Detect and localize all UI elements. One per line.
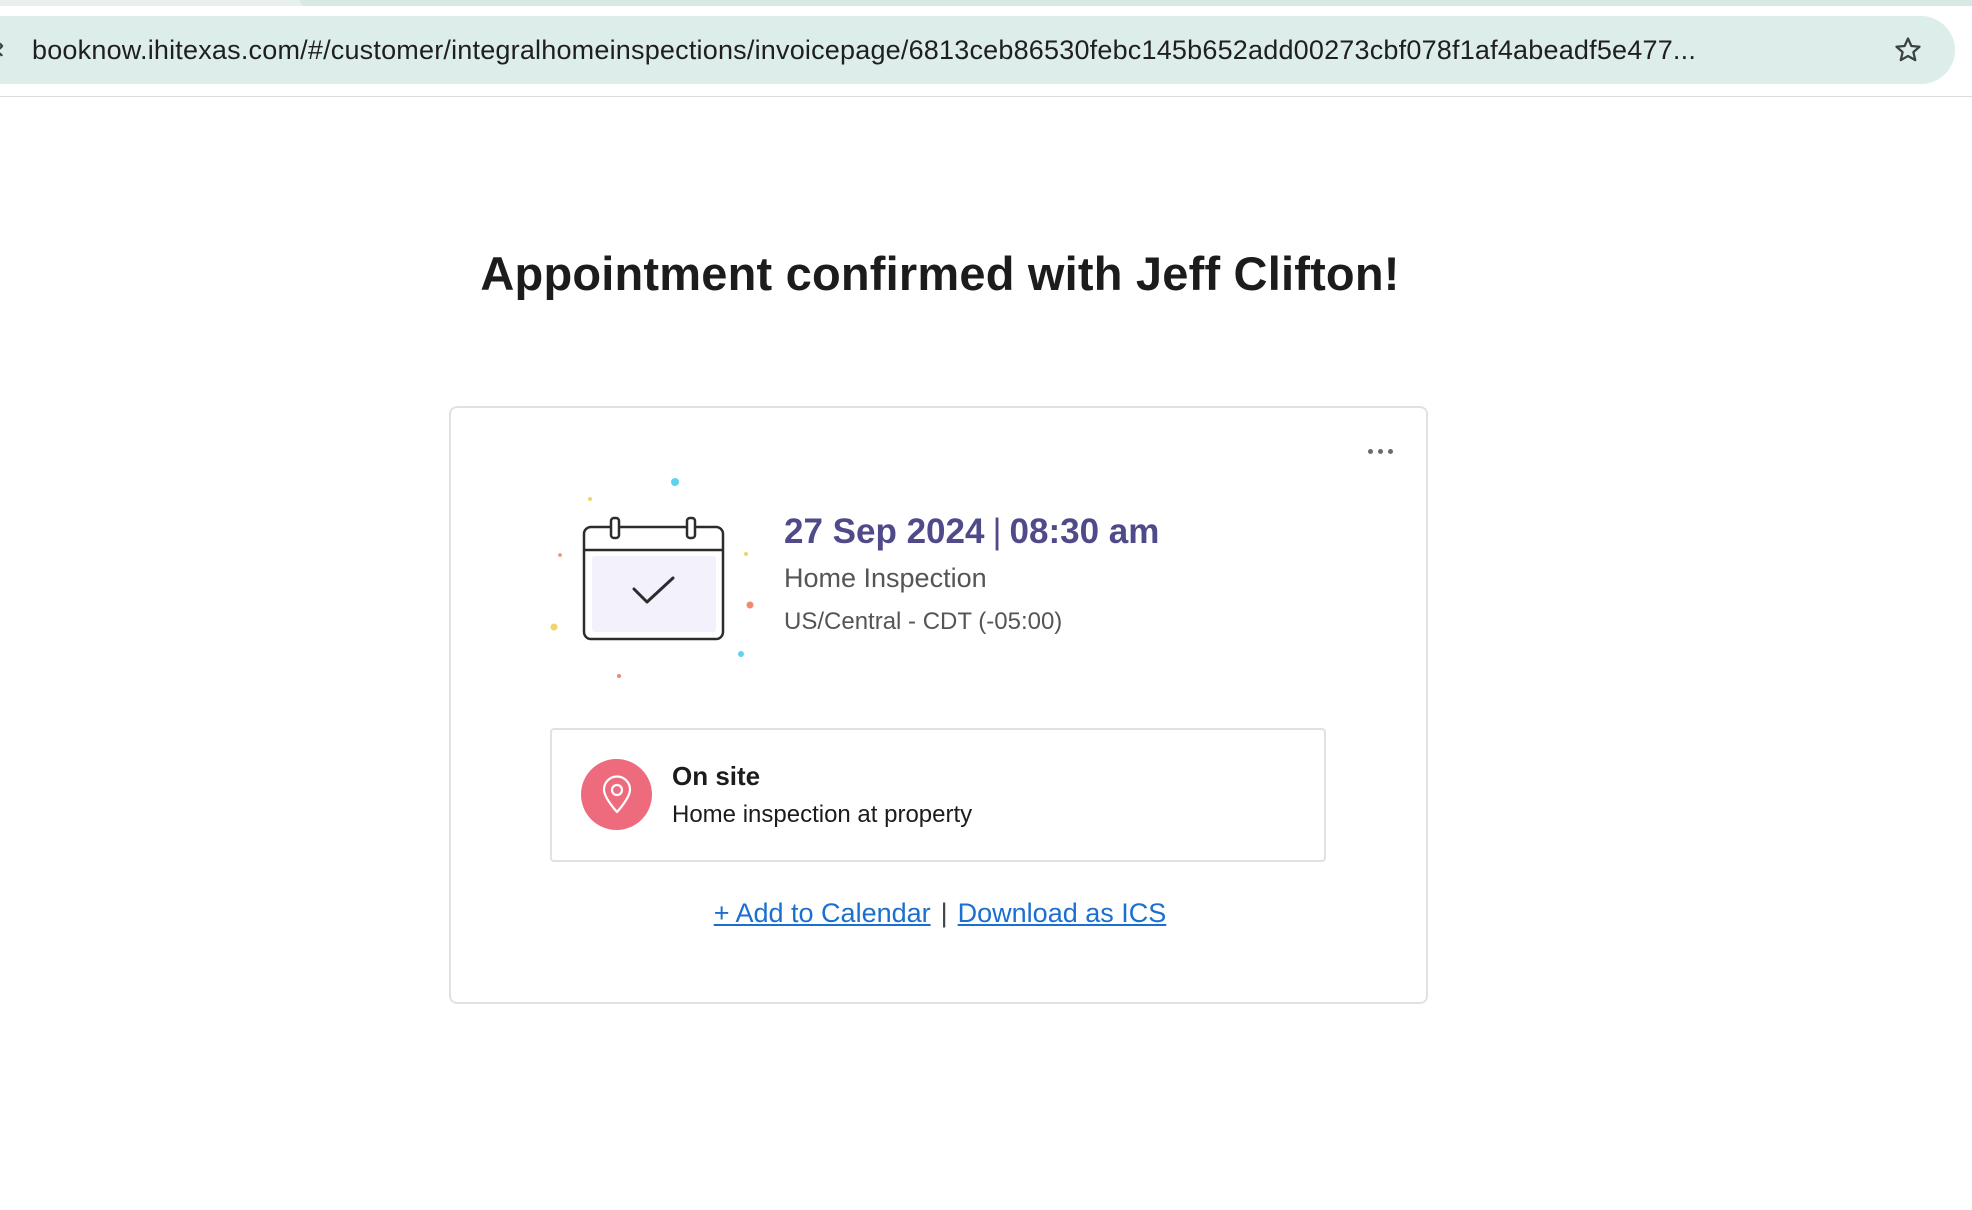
dot bbox=[1367, 448, 1373, 454]
bookmark-star-icon[interactable] bbox=[1888, 30, 1928, 70]
appointment-date: 27 Sep 2024 bbox=[784, 512, 985, 551]
appointment-datetime: 27 Sep 2024 | 08:30 am bbox=[784, 512, 1159, 562]
location-box bbox=[550, 728, 1326, 862]
timezone-label: US/Central - CDT (-05:00) bbox=[784, 608, 1063, 635]
appointment-time: 08:30 am bbox=[1009, 512, 1160, 551]
location-title: On site bbox=[672, 761, 761, 791]
add-to-calendar-link[interactable]: + Add to Calendar bbox=[714, 898, 931, 928]
service-name: Home Inspection bbox=[784, 563, 987, 593]
link-divider: | bbox=[940, 898, 948, 928]
dot bbox=[1387, 448, 1393, 454]
active-tab-edge[interactable] bbox=[300, 0, 1972, 6]
tab-strip bbox=[0, 0, 1972, 6]
location-description: Home inspection at property bbox=[672, 801, 973, 828]
browser-chrome: booknow.ihitexas.com/#/customer/integral… bbox=[0, 0, 1972, 97]
more-options-icon[interactable] bbox=[1360, 436, 1400, 466]
calendar-check-icon bbox=[545, 470, 765, 690]
download-ics-link[interactable]: Download as ICS bbox=[958, 898, 1167, 928]
datetime-separator: | bbox=[992, 512, 1002, 551]
dot bbox=[1377, 448, 1383, 454]
location-pin-icon bbox=[581, 759, 652, 830]
url-text[interactable]: booknow.ihitexas.com/#/customer/integral… bbox=[32, 28, 1872, 72]
site-info-icon[interactable] bbox=[0, 28, 10, 72]
page-title: Appointment confirmed with Jeff Clifton! bbox=[480, 247, 1400, 300]
calendar-actions: + Add to Calendar | Download as ICS bbox=[0, 898, 1880, 929]
